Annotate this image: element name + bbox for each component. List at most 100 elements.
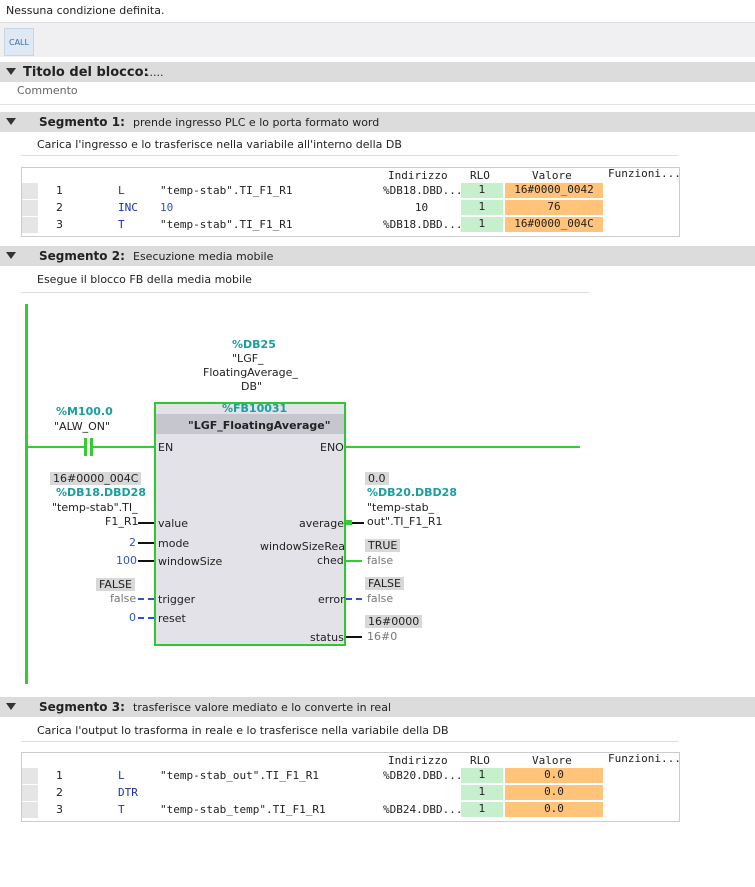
block-title-value[interactable]: ..... bbox=[146, 66, 163, 79]
header-valore: Valore bbox=[532, 169, 572, 182]
stl-operand[interactable]: "temp-stab".TI_F1_R1 bbox=[160, 218, 292, 231]
stl-operator[interactable]: T bbox=[118, 218, 125, 231]
address-cell: %DB18.DBD... bbox=[383, 184, 460, 197]
condition-bar: Nessuna condizione definita. bbox=[0, 0, 755, 23]
segment-title: Segmento 1: bbox=[39, 115, 125, 129]
segment-title: Segmento 3: bbox=[39, 700, 125, 714]
value-address[interactable]: %DB18.DBD28 bbox=[56, 486, 146, 499]
stl-operator[interactable]: T bbox=[118, 803, 125, 816]
toolbar bbox=[0, 23, 755, 57]
pin-en: EN bbox=[158, 441, 174, 454]
pin-eno: ENO bbox=[320, 441, 344, 454]
wire bbox=[346, 636, 362, 638]
segment-description[interactable]: Esecuzione media mobile bbox=[133, 250, 273, 263]
wsr-monitor: TRUE bbox=[365, 539, 401, 552]
line-number: 1 bbox=[56, 184, 63, 197]
segment-3-comment-row[interactable]: Carica l'output lo trasforma in reale e … bbox=[21, 719, 678, 742]
wire bbox=[138, 542, 154, 544]
segment-comment[interactable]: Esegue il blocco FB della media mobile bbox=[37, 273, 252, 286]
stl-operand[interactable]: "temp-stab_out".TI_F1_R1 bbox=[160, 769, 319, 782]
wire bbox=[346, 598, 362, 600]
pin-average: average bbox=[299, 517, 345, 530]
stl-operand[interactable]: 10 bbox=[160, 201, 173, 214]
wire bbox=[138, 617, 154, 619]
rlo-cell: 1 bbox=[461, 183, 503, 198]
status-value[interactable]: 16#0 bbox=[367, 630, 397, 643]
segment-description[interactable]: prende ingresso PLC e lo porta formato w… bbox=[133, 116, 379, 129]
segment-3-header[interactable]: Segmento 3: trasferisce valore mediato e… bbox=[0, 697, 755, 717]
instance-db-name-3[interactable]: DB" bbox=[241, 380, 262, 393]
line-number: 3 bbox=[56, 218, 63, 231]
wire bbox=[93, 446, 154, 448]
wsr-value[interactable]: false bbox=[367, 554, 393, 567]
value-name-1[interactable]: "temp-stab".TI_ bbox=[52, 501, 138, 514]
trigger-monitor: FALSE bbox=[96, 578, 135, 591]
stl-operand[interactable]: "temp-stab".TI_F1_R1 bbox=[160, 184, 292, 197]
header-valore: Valore bbox=[532, 754, 572, 767]
line-number: 1 bbox=[56, 769, 63, 782]
wire bbox=[28, 446, 84, 448]
contact-left-bar[interactable] bbox=[84, 438, 87, 456]
power-rail bbox=[25, 304, 28, 684]
windowsize-input[interactable]: 100 bbox=[116, 554, 137, 567]
pin-value: value bbox=[158, 517, 189, 530]
header-funzioni: Funzioni... bbox=[608, 752, 681, 765]
condition-message: Nessuna condizione definita. bbox=[6, 4, 165, 17]
wire bbox=[352, 522, 364, 524]
segment-comment[interactable]: Carica l'ingresso e lo trasferisce nella… bbox=[37, 138, 402, 151]
fb-name[interactable]: "LGF_FloatingAverage" bbox=[188, 419, 330, 432]
call-button[interactable]: CALL bbox=[4, 28, 34, 56]
block-comment[interactable]: Commento bbox=[17, 84, 78, 97]
value-cell: 0.0 bbox=[505, 785, 603, 800]
stl-operator[interactable]: INC bbox=[118, 201, 138, 214]
collapse-icon[interactable] bbox=[6, 252, 16, 259]
average-name-1[interactable]: "temp-stab_ bbox=[367, 501, 434, 514]
rlo-cell: 1 bbox=[461, 802, 503, 817]
value-cell: 16#0000_0042 bbox=[505, 183, 603, 198]
collapse-icon[interactable] bbox=[6, 118, 16, 125]
stl-operand[interactable]: "temp-stab_temp".TI_F1_R1 bbox=[160, 803, 326, 816]
average-address[interactable]: %DB20.DBD28 bbox=[367, 486, 457, 499]
trigger-value[interactable]: false bbox=[110, 592, 136, 605]
segment-2-header[interactable]: Segmento 2: Esecuzione media mobile bbox=[0, 246, 755, 266]
header-indirizzo: Indirizzo bbox=[388, 169, 448, 182]
block-title-label: Titolo del blocco: bbox=[23, 65, 149, 80]
average-name-2[interactable]: out".TI_F1_R1 bbox=[367, 515, 443, 528]
row-gutter bbox=[22, 217, 38, 233]
pin-reset: reset bbox=[158, 612, 186, 625]
segment-comment[interactable]: Carica l'output lo trasforma in reale e … bbox=[37, 724, 449, 737]
stl-operator[interactable]: L bbox=[118, 184, 125, 197]
reset-input[interactable]: 0 bbox=[129, 611, 136, 624]
instance-db-name-1[interactable]: "LGF_ bbox=[232, 352, 264, 365]
wire bbox=[138, 560, 154, 562]
row-gutter bbox=[22, 768, 38, 784]
collapse-icon[interactable] bbox=[6, 703, 16, 710]
line-number: 3 bbox=[56, 803, 63, 816]
value-name-2[interactable]: F1_R1 bbox=[105, 515, 138, 528]
error-monitor: FALSE bbox=[365, 577, 404, 590]
average-monitor: 0.0 bbox=[365, 472, 389, 485]
collapse-icon[interactable] bbox=[6, 68, 16, 75]
contact-name[interactable]: "ALW_ON" bbox=[54, 420, 110, 433]
segment-1-header[interactable]: Segmento 1: prende ingresso PLC e lo por… bbox=[0, 112, 755, 132]
block-title-header[interactable]: Titolo del blocco: ..... bbox=[0, 62, 755, 82]
stl-operator[interactable]: DTR bbox=[118, 786, 138, 799]
segment-1-comment-row[interactable]: Carica l'ingresso e lo trasferisce nella… bbox=[21, 134, 678, 156]
value-cell: 0.0 bbox=[505, 768, 603, 783]
fb-address[interactable]: %FB10031 bbox=[222, 402, 287, 415]
segment-2-comment-row[interactable]: Esegue il blocco FB della media mobile bbox=[21, 268, 589, 293]
mode-input[interactable]: 2 bbox=[129, 536, 136, 549]
instance-db-name-2[interactable]: FloatingAverage_ bbox=[203, 366, 298, 379]
row-gutter bbox=[22, 802, 38, 818]
address-cell: %DB20.DBD... bbox=[383, 769, 460, 782]
error-value[interactable]: false bbox=[367, 592, 393, 605]
pin-windowsize: windowSize bbox=[158, 555, 223, 568]
instance-db-address[interactable]: %DB25 bbox=[232, 338, 276, 351]
segment-description[interactable]: trasferisce valore mediato e lo converte… bbox=[133, 701, 391, 714]
block-comment-row[interactable]: Commento bbox=[0, 82, 755, 105]
contact-address[interactable]: %M100.0 bbox=[56, 405, 113, 418]
header-rlo: RLO bbox=[470, 169, 490, 182]
pin-mode: mode bbox=[158, 537, 190, 550]
stl-operator[interactable]: L bbox=[118, 769, 125, 782]
line-number: 2 bbox=[56, 201, 63, 214]
